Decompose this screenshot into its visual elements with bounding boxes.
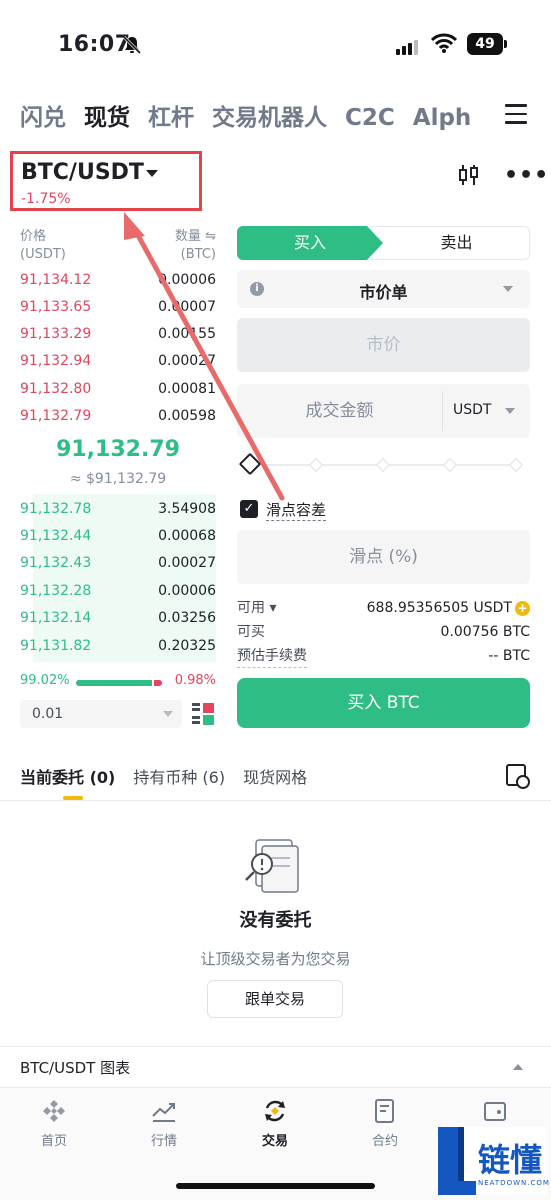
bid-row[interactable]: 91,132.43 0.00027 (20, 550, 216, 577)
tab-open-orders[interactable]: 当前委托 (0) (20, 768, 115, 787)
trade-swap-icon (265, 1100, 285, 1122)
sell-ratio: 0.98% (174, 673, 216, 688)
home-indicator[interactable] (176, 1183, 375, 1189)
order-tabs: 当前委托 (0) 持有币种 (6) 现货网格 (20, 764, 325, 788)
futures-doc-icon (375, 1099, 394, 1123)
bid-row[interactable]: 91,131.82 0.20325 (20, 633, 216, 660)
copy-trading-button[interactable]: 跟单交易 (207, 980, 343, 1018)
fee-row: 预估手续费 -- BTC (237, 645, 530, 668)
nav-markets[interactable]: 行情 (124, 1098, 204, 1149)
buy-ratio: 99.02% (20, 673, 70, 688)
orderbook-layout-icon[interactable] (192, 702, 214, 726)
home-diamond-icon (43, 1100, 65, 1122)
annotation-arrow (124, 212, 285, 501)
buy-btc-button[interactable]: 买入 BTC (237, 678, 530, 728)
slippage-input[interactable]: 滑点 (%) (237, 530, 530, 584)
empty-orders-icon (245, 839, 299, 893)
empty-title: 没有委托 (239, 910, 312, 931)
can-buy-label: 可买 (237, 624, 265, 640)
markets-chart-icon (152, 1103, 175, 1122)
add-funds-icon[interactable]: + (515, 600, 530, 616)
nav-trade[interactable]: 交易 (235, 1098, 315, 1149)
available-value: 688.95356505 USDT (366, 600, 512, 616)
can-buy-row: 可买 0.00756 BTC (237, 621, 530, 643)
clock-icon[interactable] (516, 775, 530, 789)
available-row: 可用 ▾ 688.95356505 USDT + (237, 597, 530, 619)
nav-futures[interactable]: 合约 (345, 1098, 425, 1149)
caret-down-icon (163, 711, 173, 717)
empty-subtitle: 让顶级交易者为您交易 (200, 950, 351, 968)
available-label[interactable]: 可用 ▾ (237, 597, 276, 619)
bid-row[interactable]: 91,132.14 0.03256 (20, 605, 216, 632)
bid-row[interactable]: 91,132.44 0.00068 (20, 523, 216, 550)
watermark-text: 链懂 (478, 1141, 543, 1179)
fee-value: -- BTC (488, 648, 530, 664)
tab-holdings[interactable]: 持有币种 (6) (133, 768, 225, 787)
precision-select[interactable]: 0.01 (20, 700, 182, 728)
wallet-icon (484, 1102, 506, 1121)
ratio-bar (76, 680, 162, 686)
fee-label[interactable]: 预估手续费 (237, 645, 307, 668)
watermark-subtext: NEATDOWN.COM (478, 1179, 550, 1187)
tab-spot-grid[interactable]: 现货网格 (243, 768, 307, 787)
caret-up-icon[interactable] (513, 1064, 523, 1070)
bid-row[interactable]: 91,132.28 0.00006 (20, 578, 216, 605)
divider (0, 1046, 551, 1047)
divider (0, 800, 551, 801)
can-buy-value: 0.00756 BTC (440, 624, 530, 640)
chart-toggle[interactable]: BTC/USDT 图表 (20, 1057, 130, 1078)
nav-home[interactable]: 首页 (14, 1098, 94, 1149)
